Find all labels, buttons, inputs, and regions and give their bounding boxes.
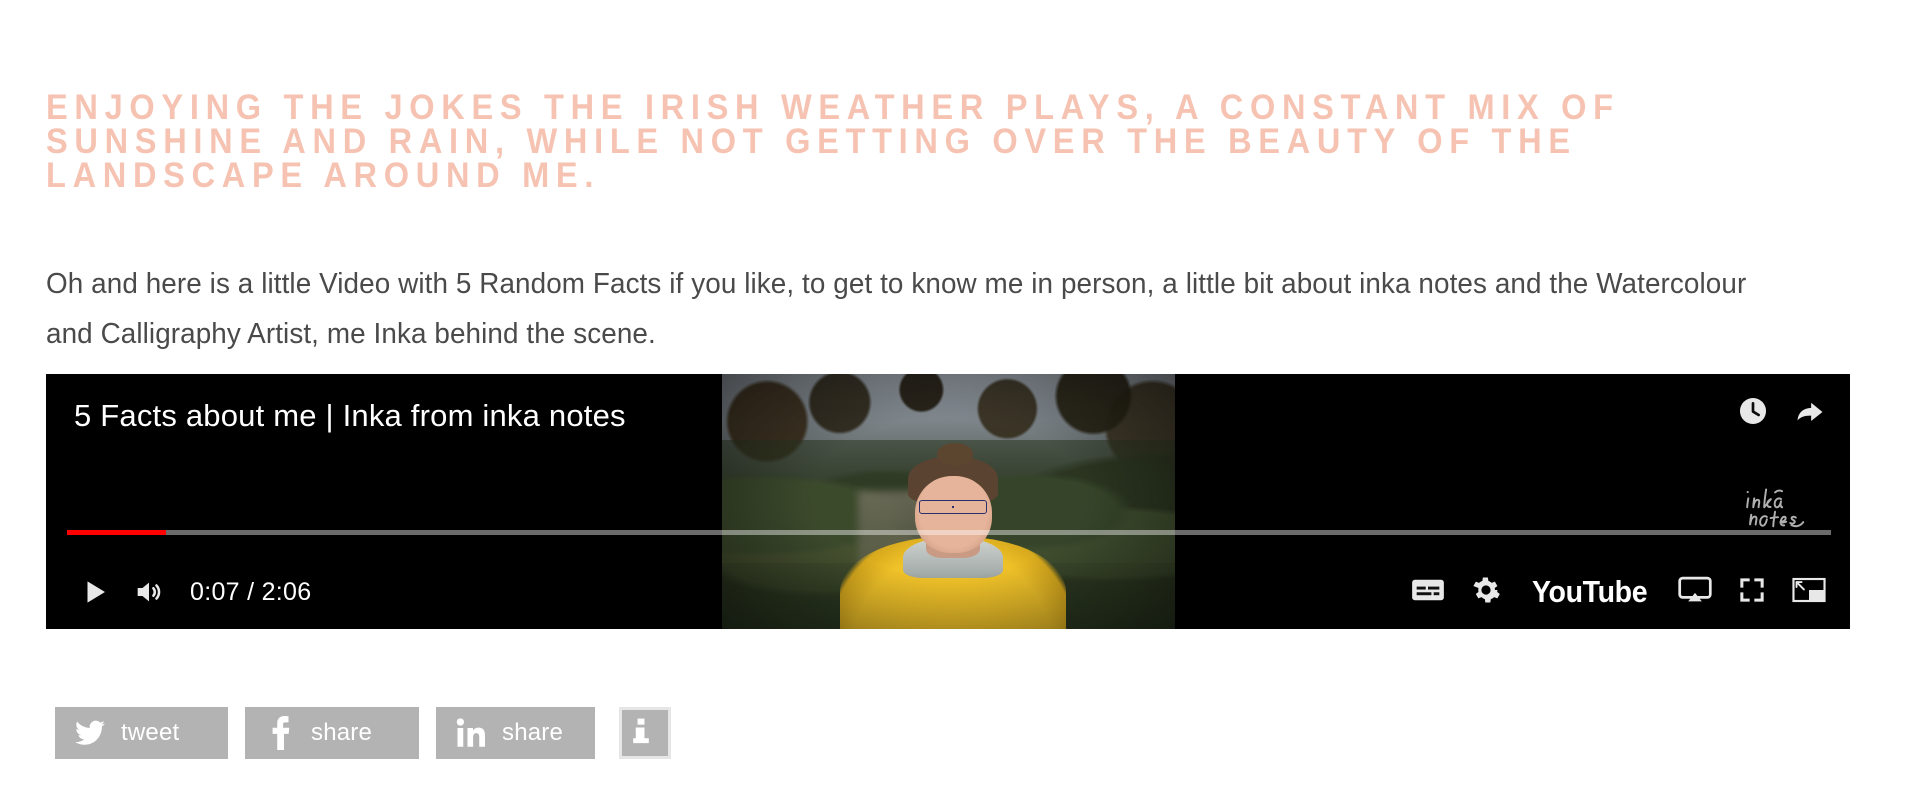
player-top-right-controls	[1736, 394, 1828, 433]
miniplayer-icon[interactable]	[1792, 577, 1826, 608]
twitter-icon	[73, 716, 107, 750]
share-button-twitter[interactable]: tweet	[55, 707, 228, 759]
progress-bar-track[interactable]	[67, 530, 1831, 535]
share-info-button[interactable]	[619, 707, 671, 759]
subtitles-icon[interactable]	[1411, 577, 1445, 608]
player-controls-bar: 0:07 / 2:06 YouTube	[46, 555, 1850, 629]
play-button[interactable]	[68, 565, 122, 619]
page-title: Enjoying the jokes the Irish weather pla…	[46, 88, 1620, 196]
youtube-video-player[interactable]: 5 Facts about me | Inka from inka notes	[46, 374, 1850, 629]
share-button-linkedin[interactable]: share	[436, 707, 595, 759]
video-title[interactable]: 5 Facts about me | Inka from inka notes	[74, 398, 626, 434]
share-arrow-icon[interactable]	[1792, 394, 1828, 433]
cast-airplay-icon[interactable]	[1678, 576, 1712, 609]
player-controls-right: YouTube	[1411, 574, 1850, 610]
share-button-label: share	[502, 719, 564, 746]
share-button-label: share	[311, 719, 373, 746]
mute-button[interactable]	[122, 565, 176, 619]
watch-later-icon[interactable]	[1736, 394, 1770, 433]
post-body-paragraph: Oh and here is a little Video with 5 Ran…	[46, 268, 1747, 350]
channel-watermark[interactable]	[1736, 482, 1826, 534]
info-icon	[632, 718, 658, 748]
social-share-bar: tweet share share	[55, 707, 671, 759]
share-button-facebook[interactable]: share	[245, 707, 419, 759]
facebook-icon	[263, 716, 297, 750]
gear-icon[interactable]	[1471, 575, 1501, 610]
watch-on-youtube-button[interactable]: YouTube	[1532, 574, 1648, 610]
progress-bar-played	[67, 530, 166, 535]
player-controls-left: 0:07 / 2:06	[46, 565, 311, 619]
time-display: 0:07 / 2:06	[190, 577, 312, 606]
fullscreen-icon[interactable]	[1738, 576, 1766, 609]
linkedin-icon	[454, 716, 488, 750]
share-button-label: tweet	[121, 719, 180, 746]
